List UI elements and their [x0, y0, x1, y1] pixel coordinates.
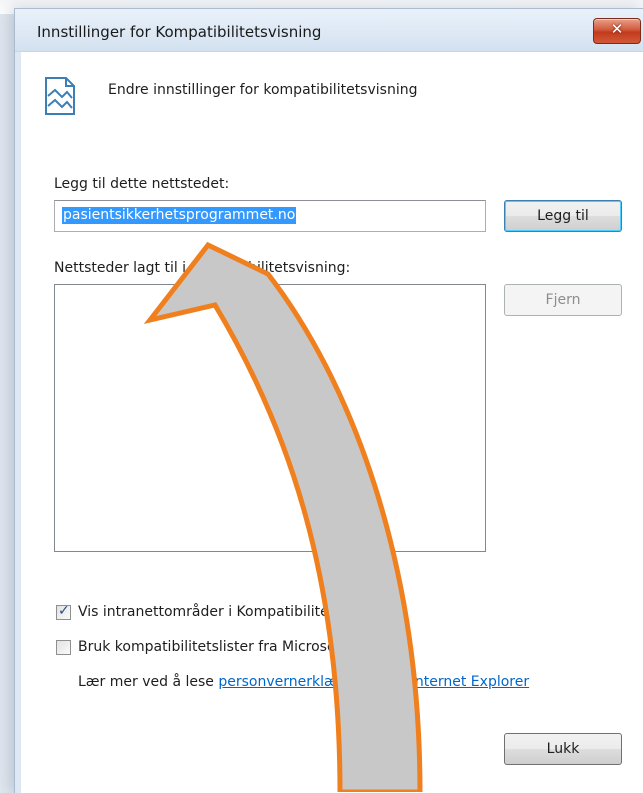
add-site-label: Legg til dette nettstedet: — [54, 176, 230, 192]
intranet-checkbox-label[interactable]: Vis intranettområder i Kompatibilitetsvi… — [78, 604, 392, 620]
window-title: Innstillinger for Kompatibilitetsvisning — [37, 23, 322, 41]
website-input-value: pasientsikkerhetsprogrammet.no — [62, 207, 297, 224]
privacy-text: Lær mer ved å lese personvernerklæringen… — [78, 674, 529, 690]
close-icon: ✕ — [610, 20, 624, 38]
intranet-checkbox[interactable]: ✓ — [56, 603, 71, 620]
compatibility-site-list[interactable] — [54, 284, 486, 552]
microsoft-lists-checkbox-label[interactable]: Bruk kompatibilitetslister fra Microsoft — [78, 639, 346, 655]
privacy-prefix: Lær mer ved å lese — [78, 674, 219, 690]
privacy-statement-link[interactable]: personvernerklæringen for Internet Explo… — [218, 674, 529, 690]
website-input[interactable]: pasientsikkerhetsprogrammet.no — [54, 200, 486, 232]
site-list-label: Nettsteder lagt til i Kompatibilitetsvis… — [54, 260, 351, 276]
compatibility-view-icon — [45, 77, 75, 115]
add-button[interactable]: Legg til — [504, 200, 622, 232]
remove-button[interactable]: Fjern — [504, 284, 622, 316]
dialog-heading: Endre innstillinger for kompatibilitetsv… — [108, 82, 418, 98]
close-button[interactable]: Lukk — [504, 733, 622, 765]
title-bar: Innstillinger for Kompatibilitetsvisning… — [15, 9, 643, 52]
microsoft-lists-checkbox[interactable] — [56, 640, 71, 655]
window-close-button[interactable]: ✕ — [593, 18, 641, 44]
checkmark-icon: ✓ — [58, 603, 70, 619]
